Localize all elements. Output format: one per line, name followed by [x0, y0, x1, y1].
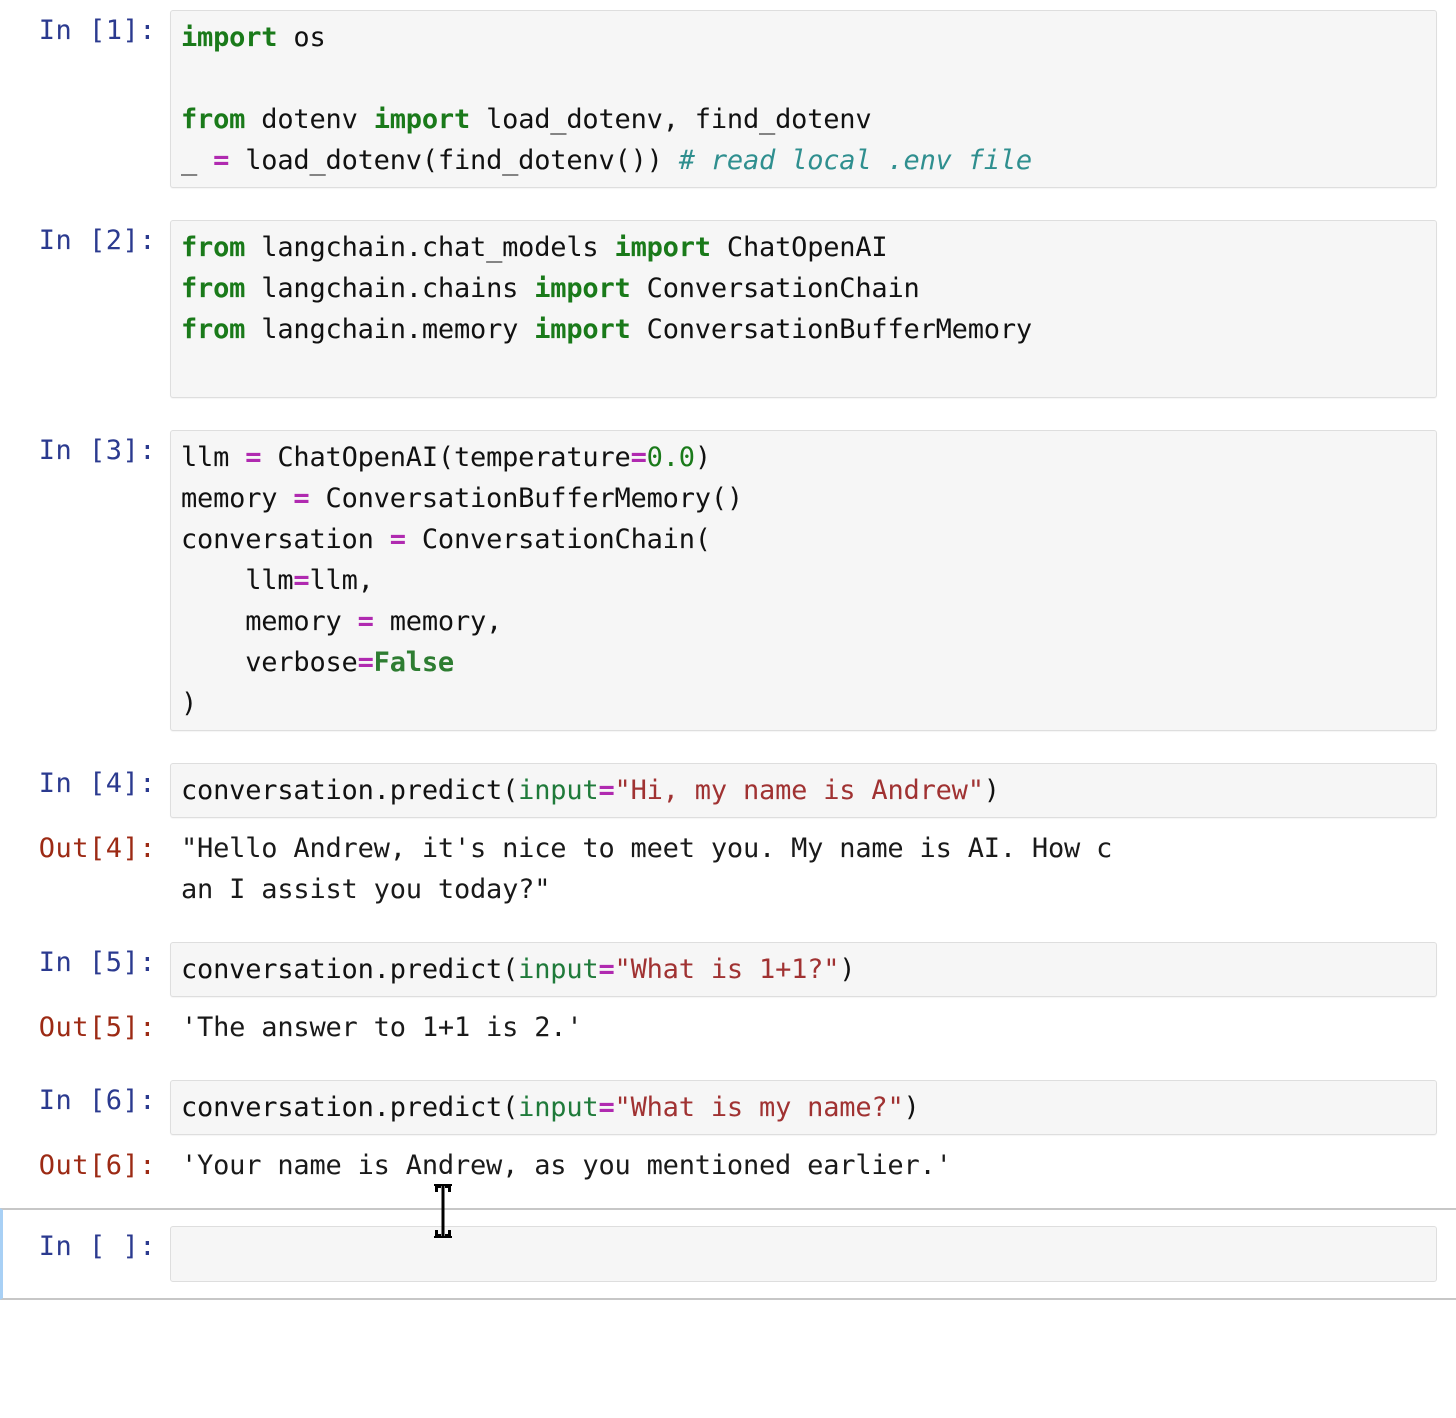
output-cell-6: Out[6]: 'Your name is Andrew, as you men…: [0, 1145, 1456, 1186]
output-cell-5: Out[5]: 'The answer to 1+1 is 2.': [0, 1007, 1456, 1048]
code-cell-3[interactable]: In [3]: llm = ChatOpenAI(temperature=0.0…: [0, 430, 1456, 731]
code-editor-5[interactable]: conversation.predict(input="What is 1+1?…: [170, 942, 1437, 997]
input-prompt-2: In [2]:: [38, 225, 156, 256]
output-text-4: "Hello Andrew, it's nice to meet you. My…: [181, 833, 1113, 905]
output-area-4: "Hello Andrew, it's nice to meet you. My…: [170, 828, 1437, 910]
code-cell-4[interactable]: In [4]: conversation.predict(input="Hi, …: [0, 763, 1456, 818]
output-prompt-5: Out[5]:: [38, 1012, 156, 1043]
output-cell-4: Out[4]: "Hello Andrew, it's nice to meet…: [0, 828, 1456, 910]
code-source-2[interactable]: from langchain.chat_models import ChatOp…: [181, 227, 1426, 391]
code-source-4[interactable]: conversation.predict(input="Hi, my name …: [181, 770, 1426, 811]
notebook-container: In [1]: import os from dotenv import loa…: [0, 0, 1456, 1418]
code-cell-5[interactable]: In [5]: conversation.predict(input="What…: [0, 942, 1456, 997]
output-prompt-6: Out[6]:: [38, 1150, 156, 1181]
input-prompt-empty: In [ ]:: [38, 1231, 156, 1262]
code-cell-empty-selected[interactable]: In [ ]:: [0, 1208, 1456, 1300]
output-prompt-4: Out[4]:: [38, 833, 156, 864]
code-editor-1[interactable]: import os from dotenv import load_dotenv…: [170, 10, 1437, 188]
code-source-3[interactable]: llm = ChatOpenAI(temperature=0.0) memory…: [181, 437, 1426, 724]
output-area-5: 'The answer to 1+1 is 2.': [170, 1007, 1437, 1048]
input-prompt-3: In [3]:: [38, 435, 156, 466]
code-editor-4[interactable]: conversation.predict(input="Hi, my name …: [170, 763, 1437, 818]
code-editor-2[interactable]: from langchain.chat_models import ChatOp…: [170, 220, 1437, 398]
code-editor-empty[interactable]: [170, 1226, 1437, 1282]
code-cell-1[interactable]: In [1]: import os from dotenv import loa…: [0, 10, 1456, 188]
code-cell-6[interactable]: In [6]: conversation.predict(input="What…: [0, 1080, 1456, 1135]
code-cell-2[interactable]: In [2]: from langchain.chat_models impor…: [0, 220, 1456, 398]
output-text-5: 'The answer to 1+1 is 2.': [181, 1012, 583, 1043]
code-source-6[interactable]: conversation.predict(input="What is my n…: [181, 1087, 1426, 1128]
input-prompt-6: In [6]:: [38, 1085, 156, 1116]
input-prompt-1: In [1]:: [38, 15, 156, 46]
output-text-6: 'Your name is Andrew, as you mentioned e…: [181, 1150, 952, 1181]
input-prompt-4: In [4]:: [38, 768, 156, 799]
code-source-1[interactable]: import os from dotenv import load_dotenv…: [181, 17, 1426, 181]
output-area-6: 'Your name is Andrew, as you mentioned e…: [170, 1145, 1437, 1186]
code-editor-6[interactable]: conversation.predict(input="What is my n…: [170, 1080, 1437, 1135]
code-source-5[interactable]: conversation.predict(input="What is 1+1?…: [181, 949, 1426, 990]
input-prompt-5: In [5]:: [38, 947, 156, 978]
code-editor-3[interactable]: llm = ChatOpenAI(temperature=0.0) memory…: [170, 430, 1437, 731]
